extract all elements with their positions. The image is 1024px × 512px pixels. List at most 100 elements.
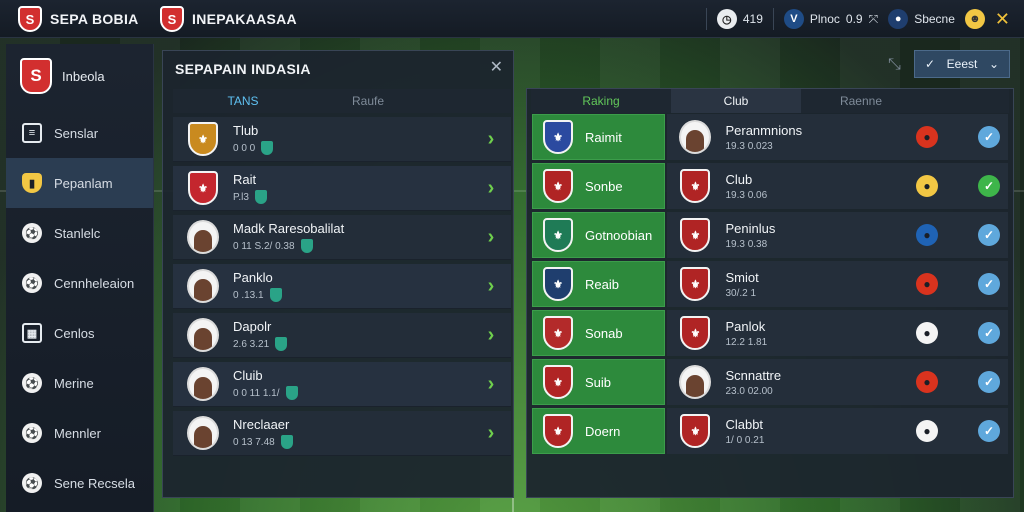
- chevron-right-icon[interactable]: ›: [479, 177, 503, 200]
- list-item[interactable]: Panklo 0 .13.1 ›: [173, 264, 511, 309]
- status-crest-icon: ●: [916, 273, 938, 295]
- chevron-right-icon[interactable]: ›: [479, 422, 503, 445]
- check-icon[interactable]: ✓: [978, 273, 1000, 295]
- mini-shield-icon: [280, 435, 293, 449]
- sidebar-item-mennler[interactable]: ⚽ Mennler: [6, 408, 153, 458]
- row-text: Dapolr 2.6 3.21: [233, 319, 479, 351]
- rank-cell[interactable]: ⚜ Reaib: [532, 261, 666, 307]
- rank-cell[interactable]: ⚜ Raimit: [532, 114, 666, 160]
- logo-shield-icon: S: [20, 58, 52, 94]
- sidebar-item-sene-recsela[interactable]: ⚽ Sene Recsela: [6, 458, 153, 508]
- brand-left[interactable]: S SEPA BOBIA: [18, 6, 139, 32]
- ranking-row[interactable]: ⚜ Raimit Peranmnions 19.3 0.023 ● ✓: [532, 114, 1008, 162]
- check-icon[interactable]: ✓: [978, 224, 1000, 246]
- stat-sbecne[interactable]: ● Sbecne: [888, 9, 955, 29]
- sidebar-item-cennheleaion[interactable]: ⚽ Cennheleaion: [6, 258, 153, 308]
- sidebar-item-senslar[interactable]: ≡ Senslar: [6, 108, 153, 158]
- close-icon[interactable]: ✕: [995, 10, 1010, 28]
- row-meta-value: 0 13 7.48: [233, 436, 275, 448]
- check-icon[interactable]: ✓: [978, 126, 1000, 148]
- club-cell[interactable]: ⚜ Smiot 30/.2 1 ● ✓: [667, 261, 1008, 307]
- divider: [705, 8, 707, 30]
- profile-icon[interactable]: ☻: [964, 9, 985, 29]
- club-cell[interactable]: ⚜ Panlok 12.2 1.81 ● ✓: [667, 310, 1008, 356]
- check-icon[interactable]: ✓: [978, 175, 1000, 197]
- crest-icon: ⚜: [680, 316, 711, 350]
- chevron-right-icon[interactable]: ›: [479, 324, 503, 347]
- row-meta: 19.3 0.06: [725, 190, 916, 201]
- tab-raenne[interactable]: Raenne: [801, 89, 921, 113]
- tab-raking[interactable]: Raking: [531, 89, 671, 113]
- ranking-row[interactable]: ⚜ Suib Scnnattre 23.0 02.00 ● ✓: [532, 359, 1008, 407]
- brand-center: S INEPAKAASAA: [160, 6, 297, 32]
- ranking-row[interactable]: ⚜ Reaib ⚜ Smiot 30/.2 1 ● ✓: [532, 261, 1008, 309]
- ranking-row[interactable]: ⚜ Gotnoobian ⚜ Peninlus 19.3 0.38 ● ✓: [532, 212, 1008, 260]
- list-item[interactable]: Nreclaaer 0 13 7.48 ›: [173, 411, 511, 456]
- sidebar-item-cenlos[interactable]: ▦ Cenlos: [6, 308, 153, 358]
- club-cell[interactable]: Peranmnions 19.3 0.023 ● ✓: [667, 114, 1008, 160]
- avatar: [187, 220, 219, 254]
- rank-cell[interactable]: ⚜ Sonab: [532, 310, 666, 356]
- check-icon[interactable]: ✓: [978, 371, 1000, 393]
- tab-club[interactable]: Club: [671, 89, 801, 113]
- row-meta-value: 23.0 02.00: [725, 385, 773, 397]
- row-text: Clabbt 1/ 0 0.21: [725, 417, 916, 446]
- list-item[interactable]: Cluib 0 0 11 1.1/ ›: [173, 362, 511, 407]
- row-name: Panklo: [233, 270, 273, 285]
- chevron-right-icon[interactable]: ›: [479, 373, 503, 396]
- ranking-row[interactable]: ⚜ Sonab ⚜ Panlok 12.2 1.81 ● ✓: [532, 310, 1008, 358]
- row-name: Dapolr: [233, 319, 272, 334]
- sidebar-header[interactable]: S Inbeola: [6, 44, 153, 108]
- sidebar-item-label: Senslar: [54, 125, 99, 141]
- stat-plnoc[interactable]: V Plnoc 0.9 ⤧: [783, 9, 878, 29]
- tab-bar: TANS Raufe: [173, 89, 511, 113]
- ranking-row[interactable]: ⚜ Doern ⚜ Clabbt 1/ 0 0.21 ● ✓: [532, 408, 1008, 456]
- rank-cell[interactable]: ⚜ Gotnoobian: [532, 212, 666, 258]
- row-text: Nreclaaer 0 13 7.48: [233, 417, 479, 449]
- list-icon: ≡: [22, 123, 42, 143]
- rank-cell[interactable]: ⚜ Sonbe: [532, 163, 666, 209]
- stat-clock[interactable]: ◷ 419: [716, 9, 763, 29]
- close-icon[interactable]: ✕: [490, 57, 503, 77]
- check-icon[interactable]: ✓: [978, 420, 1000, 442]
- sidebar-item-pepanlam[interactable]: ▮ Pepanlam: [6, 158, 153, 208]
- stat-clock-value: 419: [742, 12, 763, 26]
- grid-icon: ▦: [22, 323, 42, 343]
- tab-tans[interactable]: TANS: [173, 89, 313, 113]
- avatar: [187, 416, 219, 450]
- status-crest-icon: ●: [916, 322, 938, 344]
- row-text: Panklo 0 .13.1: [233, 270, 479, 302]
- row-name: Peninlus: [725, 220, 776, 236]
- sidebar-item-stanlelc[interactable]: ⚽ Stanlelc: [6, 208, 153, 258]
- ranking-row[interactable]: ⚜ Sonbe ⚜ Club 19.3 0.06 ● ✓: [532, 163, 1008, 211]
- list-item[interactable]: ⚜ Tlub 0 0 0 ›: [173, 117, 511, 162]
- row-meta-value: 19.3 0.38: [725, 238, 768, 250]
- rank-cell[interactable]: ⚜ Doern: [532, 408, 666, 454]
- club-cell[interactable]: ⚜ Peninlus 19.3 0.38 ● ✓: [667, 212, 1008, 258]
- check-icon[interactable]: ✓: [978, 322, 1000, 344]
- rank-cell[interactable]: ⚜ Suib: [532, 359, 666, 405]
- club-cell[interactable]: Scnnattre 23.0 02.00 ● ✓: [667, 359, 1008, 405]
- chevron-right-icon[interactable]: ›: [479, 275, 503, 298]
- club-cell[interactable]: ⚜ Clabbt 1/ 0 0.21 ● ✓: [667, 408, 1008, 454]
- crest-icon: ⚜: [188, 122, 218, 156]
- sidebar-item-label: Merine: [54, 375, 94, 391]
- club-crest-icon: ⚜: [543, 267, 573, 301]
- tab-raufe[interactable]: Raufe: [313, 89, 423, 113]
- club-cell[interactable]: ⚜ Club 19.3 0.06 ● ✓: [667, 163, 1008, 209]
- avatar: [679, 120, 712, 154]
- list-item[interactable]: Dapolr 2.6 3.21 ›: [173, 313, 511, 358]
- select-button[interactable]: ✓ Eeest ⌄: [914, 50, 1010, 78]
- club-badge: [679, 364, 712, 400]
- player-avatar: [187, 268, 219, 304]
- list-item[interactable]: Madk Raresobalilat 0 11 S.2/ 0.38 ›: [173, 215, 511, 260]
- row-name: Cluib: [233, 368, 263, 383]
- badge-icon: V: [783, 9, 804, 29]
- row-text: Madk Raresobalilat 0 11 S.2/ 0.38: [233, 221, 479, 253]
- chevron-right-icon[interactable]: ›: [479, 128, 503, 151]
- row-text: Tlub 0 0 0: [233, 123, 479, 155]
- list-item[interactable]: ⚜ Rait P.l3 ›: [173, 166, 511, 211]
- chevron-right-icon[interactable]: ›: [479, 226, 503, 249]
- sidebar-item-merine[interactable]: ⚽ Merine: [6, 358, 153, 408]
- status-crest-icon: ●: [916, 371, 938, 393]
